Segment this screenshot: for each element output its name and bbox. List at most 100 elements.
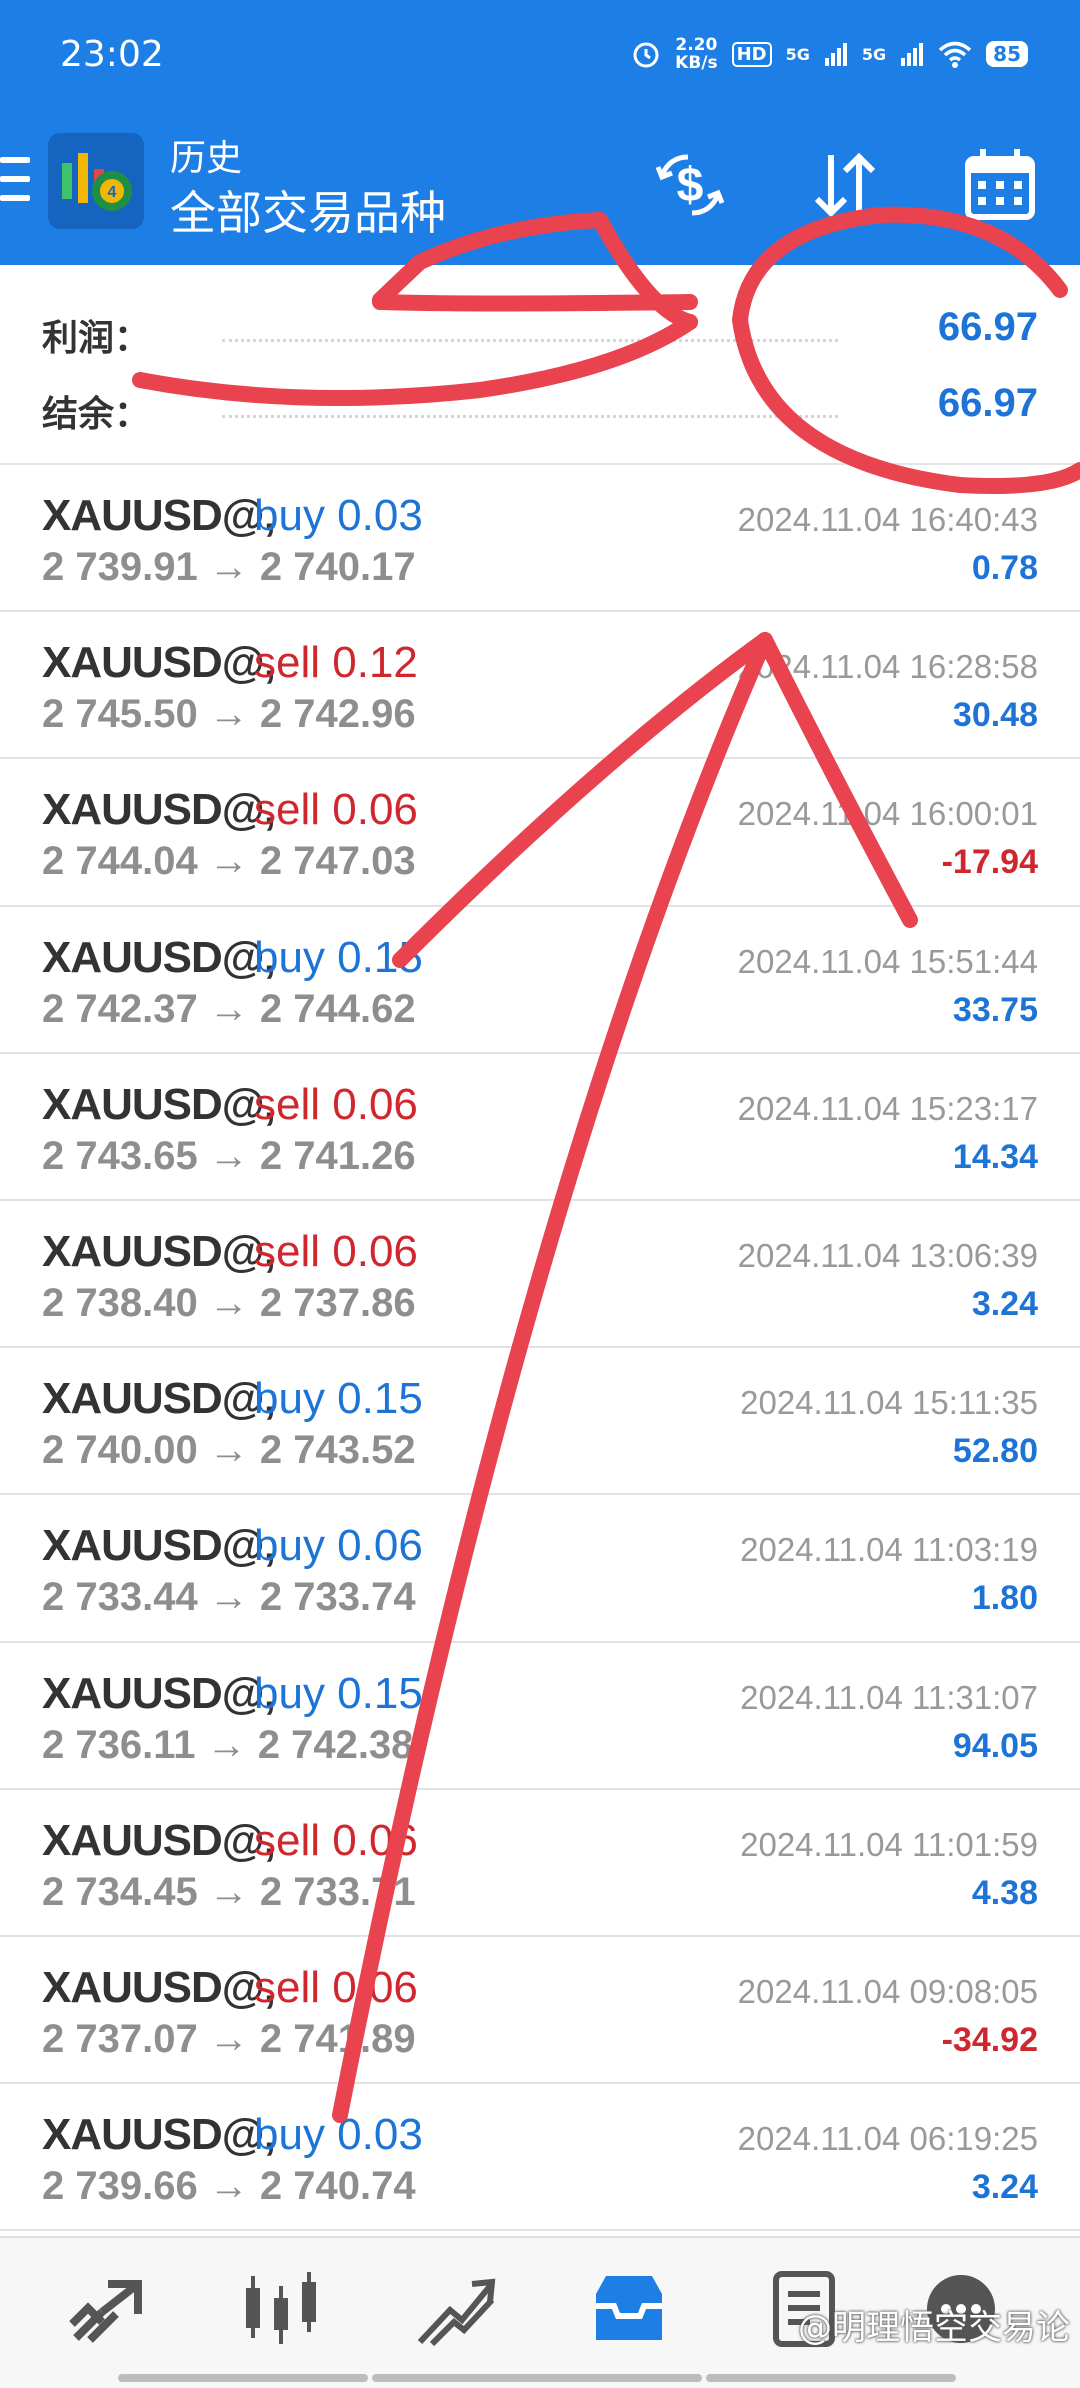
trade-symbol: XAUUSD@, [42,638,276,688]
trade-prices: 2 734.45 → 2 733.71 [42,1869,416,1914]
trade-symbol: XAUUSD@, [42,1374,276,1424]
trade-row[interactable]: XAUUSD@, buy 0.15 2 736.11 → 2 742.38 2024.… [0,1643,1080,1790]
profit-label: 利润： [42,318,151,359]
nav-indicator [706,2374,956,2382]
trade-profit: 3.24 [971,2168,1038,2207]
trade-side-volume: buy 0.03 [254,491,423,540]
trade-time: 2024.11.04 09:08:05 [737,1972,1038,2010]
trade-time: 2024.11.04 15:23:17 [737,1089,1038,1127]
trade-time: 2024.11.04 16:28:58 [737,648,1038,686]
trade-row[interactable]: XAUUSD@, sell 0.06 2 744.04 → 2 747.03 2024… [0,759,1080,907]
wifi-icon [939,41,972,68]
trade-history-list: XAUUSD@, buy 0.03 2 739.91 → 2 740.17 2024.… [0,465,1080,2232]
calendar-icon[interactable] [960,145,1040,225]
dotted-leader [222,415,838,418]
trade-profit: 4.38 [971,1873,1038,1912]
trade-row[interactable]: XAUUSD@, sell 0.06 2 738.40 → 2 737.86 2024… [0,1201,1080,1349]
summary-panel: 利润： 66.97 结余： 66.97 [0,265,1080,465]
trade-prices: 2 742.37 → 2 744.62 [42,986,416,1031]
trade-profit: 52.80 [952,1432,1038,1471]
balance-row: 结余： 66.97 [42,377,1038,437]
trade-row[interactable]: XAUUSD@, sell 0.06 2 734.45 → 2 733.71 2024… [0,1790,1080,1937]
signal-5g-icon-2: 5G [861,44,887,64]
trade-symbol: XAUUSD@, [42,2110,276,2160]
trade-icon[interactable] [410,2264,500,2354]
section-title: 历史 [170,138,243,179]
trade-symbol: XAUUSD@, [42,1668,276,1718]
trade-time: 2024.11.04 11:31:07 [740,1678,1038,1716]
app-bar: 4 历史 全部交易品种 $ [0,115,1080,265]
trade-time: 2024.11.04 11:03:19 [740,1531,1038,1569]
trade-time: 2024.11.04 16:00:01 [737,795,1038,833]
balance-label: 结余： [42,394,151,435]
trade-profit: 3.24 [971,1284,1038,1323]
trade-prices: 2 737.07 → 2 741.89 [42,2016,416,2061]
signal-5g-icon: 5G [785,44,810,64]
trade-row[interactable]: XAUUSD@, buy 0.15 2 742.37 → 2 744.62 2024.… [0,907,1080,1054]
battery-icon: 85 [986,41,1028,67]
trade-time: 2024.11.04 06:19:25 [737,2120,1038,2158]
nav-indicator [118,2374,368,2382]
app-logo: 4 [48,133,144,229]
trade-prices: 2 738.40 → 2 737.86 [42,1280,416,1325]
trade-row[interactable]: XAUUSD@, buy 0.03 2 739.91 → 2 740.17 2024.… [0,465,1080,613]
trade-prices: 2 745.50 → 2 742.96 [42,692,416,737]
trade-symbol: XAUUSD@, [42,932,276,982]
trade-prices: 2 744.04 → 2 747.03 [42,839,416,884]
trade-prices: 2 740.00 → 2 743.52 [42,1428,416,1473]
svg-text:$: $ [677,159,704,212]
hd-icon: HD [731,41,772,67]
bottom-nav: @明理悟空交易论 [0,2236,1080,2388]
trade-side-volume: sell 0.06 [254,1226,418,1276]
trade-row[interactable]: XAUUSD@, buy 0.06 2 733.44 → 2 733.74 2024.… [0,1495,1080,1643]
trade-profit: 94.05 [952,1726,1038,1765]
currency-exchange-icon[interactable]: $ [650,145,730,225]
trade-time: 2024.11.04 16:40:43 [737,501,1038,538]
sort-icon[interactable] [805,145,885,225]
trade-prices: 2 739.91 → 2 740.17 [42,545,416,589]
menu-icon[interactable] [0,157,30,203]
trade-time: 2024.11.04 15:11:35 [740,1384,1038,1422]
profit-row: 利润： 66.97 [42,301,1038,361]
trade-side-volume: buy 0.03 [254,2110,423,2160]
trade-side-volume: sell 0.06 [254,1962,418,2012]
trade-row[interactable]: XAUUSD@, sell 0.06 2 743.65 → 2 741.26 2024… [0,1054,1080,1201]
quotes-icon[interactable] [62,2264,152,2354]
trade-symbol: XAUUSD@, [42,491,276,540]
status-icons: 2.20 KB/s HD 5G 5G 85 [631,36,1028,72]
trade-side-volume: sell 0.12 [254,638,418,688]
balance-value: 66.97 [937,381,1038,425]
nav-indicator [372,2374,702,2382]
trade-side-volume: sell 0.06 [254,785,418,835]
status-time: 23:02 [60,34,164,75]
trade-row[interactable]: XAUUSD@, buy 0.03 2 739.66 → 2 740.74 2024.… [0,2084,1080,2232]
trade-side-volume: buy 0.06 [254,1521,423,1571]
trade-profit: -17.94 [941,843,1038,882]
trade-prices: 2 743.65 → 2 741.26 [42,1133,416,1178]
trade-row[interactable]: XAUUSD@, buy 0.15 2 740.00 → 2 743.52 2024.… [0,1348,1080,1496]
watermark-text: @明理悟空交易论 [798,2308,1070,2348]
history-icon[interactable] [584,2264,674,2354]
dotted-leader [222,339,838,342]
trade-row[interactable]: XAUUSD@, sell 0.06 2 737.07 → 2 741.89 2024… [0,1937,1080,2085]
alarm-icon [633,42,659,68]
trade-prices: 2 739.66 → 2 740.74 [42,2164,416,2209]
symbol-filter-title[interactable]: 全部交易品种 [170,177,446,243]
trade-time: 2024.11.04 15:51:44 [737,942,1038,980]
trade-symbol: XAUUSD@, [42,1815,276,1865]
trade-symbol: XAUUSD@, [42,1962,276,2012]
trade-prices: 2 733.44 → 2 733.74 [42,1575,416,1620]
trade-side-volume: buy 0.15 [254,1668,423,1718]
trade-side-volume: sell 0.06 [254,1815,418,1865]
trade-profit: 14.34 [952,1137,1038,1176]
chart-icon[interactable] [236,2264,326,2354]
trade-row[interactable]: XAUUSD@, sell 0.12 2 745.50 → 2 742.96 2024… [0,612,1080,760]
signal-bars-icon-2 [901,43,924,66]
trade-symbol: XAUUSD@, [42,785,276,835]
trade-side-volume: buy 0.15 [254,932,423,982]
trade-time: 2024.11.04 13:06:39 [737,1236,1038,1274]
status-bar: 23:02 2.20 KB/s HD 5G 5G 85 [0,0,1080,115]
trade-prices: 2 736.11 → 2 742.38 [42,1722,414,1767]
trade-side-volume: buy 0.15 [254,1374,423,1424]
trade-time: 2024.11.04 11:01:59 [740,1825,1038,1863]
